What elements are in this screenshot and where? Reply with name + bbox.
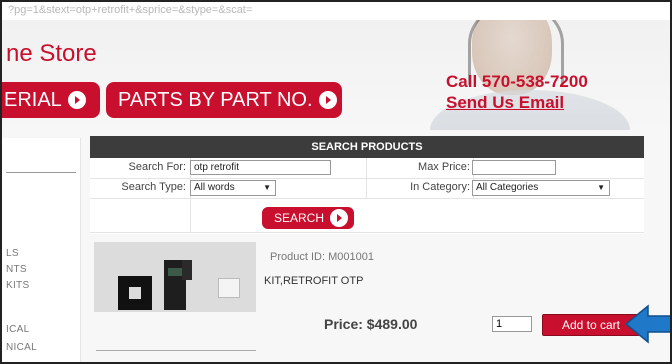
arrow-right-circle-icon xyxy=(67,91,86,109)
product-name[interactable]: KIT,RETROFIT OTP xyxy=(264,275,363,287)
arrow-right-circle-icon xyxy=(330,209,349,227)
dropdown-arrow-icon: ▼ xyxy=(597,183,605,192)
max-price-input[interactable] xyxy=(472,160,556,175)
column-divider xyxy=(366,158,367,198)
parts-by-part-no-button[interactable]: PARTS BY PART NO. xyxy=(106,82,342,118)
search-type-select[interactable]: All words ▼ xyxy=(190,180,276,196)
quantity-input[interactable]: 1 xyxy=(492,316,532,332)
sidebar-item[interactable]: ICAL xyxy=(6,324,29,335)
shop-by-serial-label: ERIAL xyxy=(4,89,62,111)
product-image[interactable] xyxy=(94,242,256,312)
parts-by-part-no-label: PARTS BY PART NO. xyxy=(118,89,313,111)
category-value: All Categories xyxy=(476,182,539,193)
pointer-arrow-icon xyxy=(626,304,672,344)
shop-by-serial-button[interactable]: ERIAL xyxy=(0,82,100,118)
product-price: Price: $489.00 xyxy=(324,316,418,332)
search-type-label: Search Type: xyxy=(121,181,186,193)
phone-number[interactable]: Call 570-538-7200 xyxy=(446,72,588,92)
search-panel-header: SEARCH PRODUCTS xyxy=(90,136,644,158)
controller-connector xyxy=(182,260,192,280)
send-email-link[interactable]: Send Us Email xyxy=(446,93,564,113)
search-for-input[interactable]: otp retrofit xyxy=(190,160,331,175)
search-row xyxy=(90,198,644,233)
product-id: Product ID: M001001 xyxy=(270,251,374,263)
search-for-label: Search For: xyxy=(128,161,186,173)
sidebar-item[interactable]: NICAL xyxy=(6,342,37,353)
search-products-panel: SEARCH PRODUCTS Search For: otp retrofit… xyxy=(90,136,644,234)
plate-cutout xyxy=(129,287,141,299)
sidebar-item[interactable]: LS xyxy=(6,248,19,259)
arrow-right-circle-icon xyxy=(318,91,337,109)
dropdown-arrow-icon: ▼ xyxy=(263,183,271,192)
url-bar[interactable]: ?pg=1&stext=otp+retrofit+&sprice=&stype=… xyxy=(0,0,672,20)
controller-display xyxy=(168,268,182,276)
search-button[interactable]: SEARCH xyxy=(262,207,354,229)
retrofit-plate xyxy=(118,276,152,310)
product-divider xyxy=(96,350,256,351)
left-sidebar: LS NTS KITS ICAL NICAL xyxy=(0,138,81,364)
search-type-value: All words xyxy=(194,182,235,193)
category-label: In Category: xyxy=(410,181,470,193)
store-title: ne Store xyxy=(6,40,97,67)
category-select[interactable]: All Categories ▼ xyxy=(472,180,610,196)
max-price-label: Max Price: xyxy=(418,161,470,173)
sidebar-item[interactable]: NTS xyxy=(6,264,27,275)
sidebar-divider xyxy=(6,172,76,173)
search-button-label: SEARCH xyxy=(274,211,325,225)
clear-cover xyxy=(218,278,240,298)
sidebar-item[interactable]: KITS xyxy=(6,280,29,291)
